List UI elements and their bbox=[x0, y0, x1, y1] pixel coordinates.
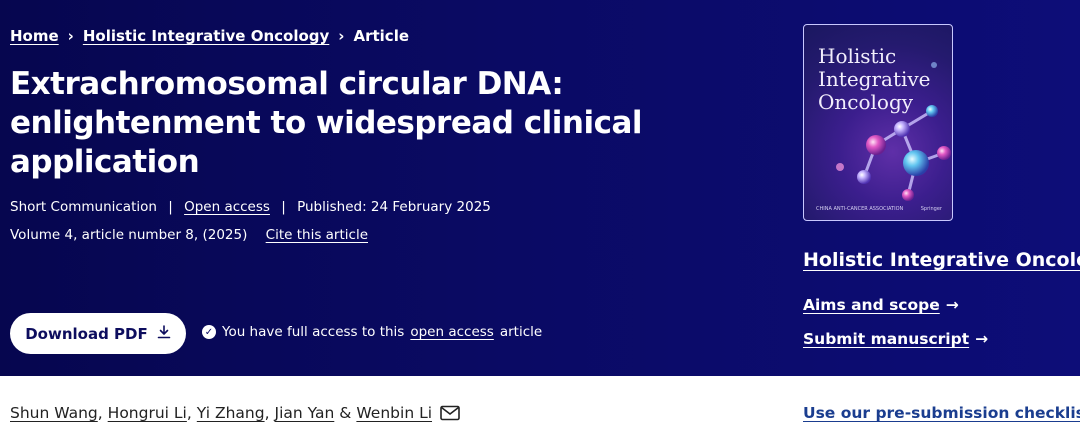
open-access-link[interactable]: Open access bbox=[184, 199, 270, 215]
breadcrumb: Home › Holistic Integrative Oncology › A… bbox=[10, 27, 409, 45]
author-link[interactable]: Shun Wang bbox=[10, 404, 98, 422]
author-link[interactable]: Jian Yan bbox=[275, 404, 335, 422]
access-suffix: article bbox=[499, 324, 543, 340]
breadcrumb-journal[interactable]: Holistic Integrative Oncology bbox=[83, 27, 329, 45]
article-title: Extrachromosomal circular DNA: enlighten… bbox=[10, 66, 643, 180]
arrow-right-icon: → bbox=[945, 296, 959, 314]
cover-footer: CHINA ANTI-CANCER ASSOCIATION Springer bbox=[816, 206, 942, 212]
chevron-right-icon: › bbox=[338, 27, 345, 45]
author-link[interactable]: Yi Zhang bbox=[197, 404, 265, 422]
author-separator: , bbox=[186, 404, 192, 422]
breadcrumb-home[interactable]: Home bbox=[10, 27, 59, 45]
divider: | bbox=[281, 199, 286, 215]
cover-title-line: Integrative bbox=[818, 67, 931, 91]
author-link[interactable]: Hongrui Li bbox=[108, 404, 187, 422]
author-separator: , bbox=[264, 404, 270, 422]
journal-name-link[interactable]: Holistic Integrative Oncology bbox=[803, 249, 1080, 271]
access-notice: ✓ You have full access to this open acce… bbox=[202, 324, 542, 340]
cover-title: Holistic Integrative Oncology bbox=[818, 45, 931, 114]
published-date: Published: 24 February 2025 bbox=[297, 199, 491, 215]
check-circle-icon: ✓ bbox=[202, 325, 216, 339]
aims-scope-label: Aims and scope bbox=[803, 296, 940, 314]
chevron-right-icon: › bbox=[67, 27, 74, 45]
cover-title-line: Holistic bbox=[818, 44, 897, 68]
article-meta: Short Communication | Open access | Publ… bbox=[10, 199, 491, 215]
mail-icon[interactable] bbox=[440, 405, 460, 421]
article-type: Short Communication bbox=[10, 199, 157, 215]
submit-manuscript-link[interactable]: Submit manuscript → bbox=[803, 330, 988, 348]
arrow-right-icon: → bbox=[975, 330, 989, 348]
cite-article-link[interactable]: Cite this article bbox=[266, 227, 368, 243]
submit-manuscript-label: Submit manuscript bbox=[803, 330, 970, 348]
article-header: Home › Holistic Integrative Oncology › A… bbox=[0, 0, 1080, 376]
cover-publisher-right: Springer bbox=[920, 206, 942, 212]
author-link[interactable]: Wenbin Li bbox=[356, 404, 432, 422]
author-list: Shun Wang, Hongrui Li, Yi Zhang, Jian Ya… bbox=[10, 404, 460, 422]
download-pdf-button[interactable]: Download PDF bbox=[10, 313, 186, 354]
volume-info: Volume 4, article number 8, (2025) bbox=[10, 227, 248, 243]
cover-title-line: Oncology bbox=[818, 90, 914, 114]
aims-scope-link[interactable]: Aims and scope → bbox=[803, 296, 959, 314]
breadcrumb-current: Article bbox=[353, 27, 410, 45]
author-separator: , bbox=[97, 404, 103, 422]
download-pdf-label: Download PDF bbox=[25, 324, 148, 343]
divider: | bbox=[168, 199, 173, 215]
checklist-label: Use our pre-submission checklist bbox=[803, 404, 1080, 422]
open-access-notice-link[interactable]: open access bbox=[410, 324, 493, 340]
cover-publisher-left: CHINA ANTI-CANCER ASSOCIATION bbox=[816, 206, 904, 212]
author-separator: & bbox=[339, 404, 352, 422]
download-icon bbox=[157, 324, 171, 343]
article-citation: Volume 4, article number 8, (2025) Cite … bbox=[10, 227, 368, 243]
pre-submission-checklist-link[interactable]: Use our pre-submission checklist → bbox=[803, 404, 1080, 422]
journal-cover[interactable]: Holistic Integrative Oncology CHINA ANTI… bbox=[803, 24, 953, 221]
access-prefix: You have full access to this bbox=[222, 324, 405, 340]
